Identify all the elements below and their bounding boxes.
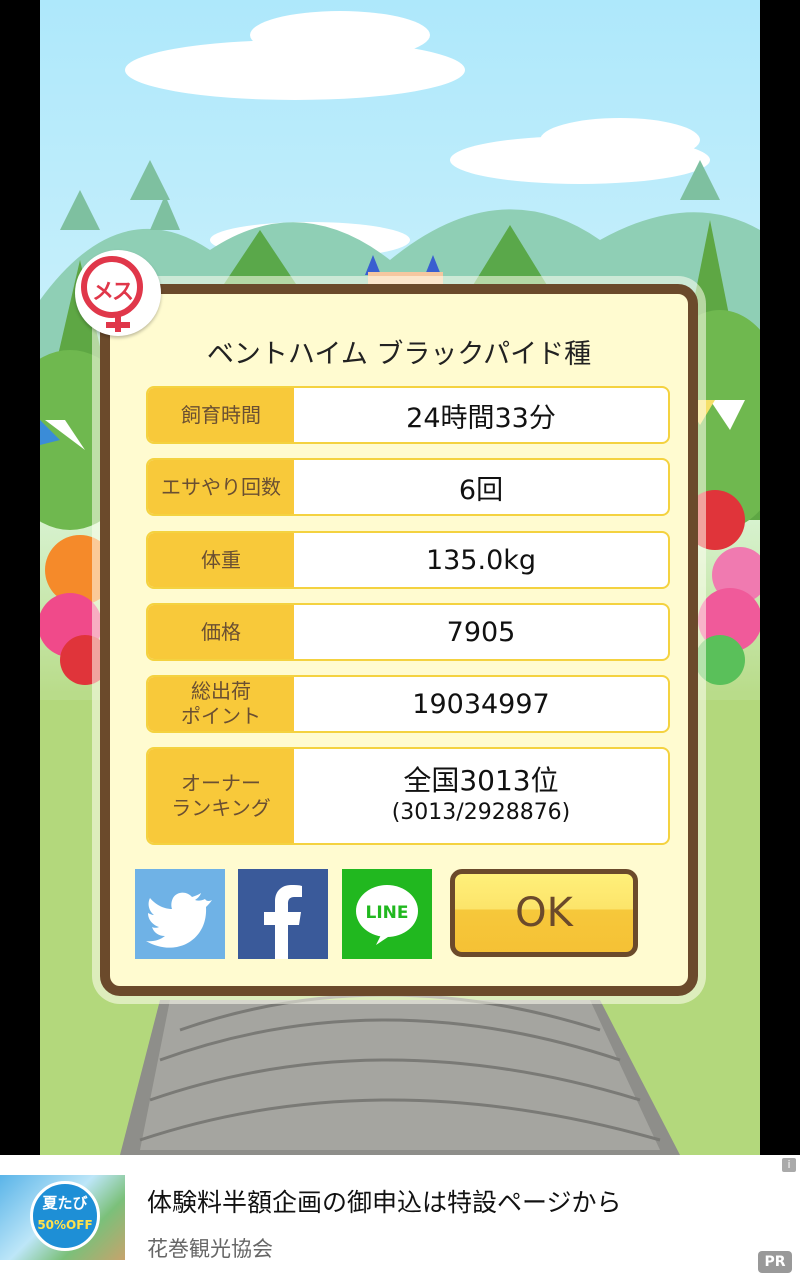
info-row-weight: 体重 135.0kg	[146, 531, 670, 589]
line-label: LINE	[366, 903, 409, 923]
ad-info-icon[interactable]: i	[782, 1158, 796, 1172]
row-value: 24時間33分	[406, 402, 556, 434]
ad-thumbnail[interactable]: 夏たび 50%OFF	[0, 1175, 125, 1260]
ad-pr-badge: PR	[758, 1251, 792, 1273]
row-label: オーナー ランキング	[148, 749, 294, 843]
info-row-shipping-points: 総出荷 ポイント 19034997	[146, 675, 670, 733]
info-row-price: 価格 7905	[146, 603, 670, 661]
row-label: エサやり回数	[148, 460, 294, 514]
twitter-bird-icon	[146, 892, 212, 948]
row-label: 体重	[148, 533, 294, 587]
breed-title: ベントハイム ブラックパイド種	[206, 339, 592, 370]
ad-sponsor: 花巻観光協会	[147, 1237, 273, 1261]
info-row-owner-ranking: オーナー ランキング 全国3013位 (3013/2928876)	[146, 747, 670, 845]
row-value: 135.0kg	[425, 544, 537, 576]
facebook-f-icon	[264, 885, 302, 959]
pig-info-card: ベントハイム ブラックパイド種 飼育時間 24時間33分 エサやり回数 6回 体…	[100, 284, 698, 996]
row-label: 総出荷 ポイント	[148, 677, 294, 731]
ok-button[interactable]: OK	[450, 869, 638, 957]
ad-thumb-badge-text: 夏たび	[42, 1194, 88, 1212]
gender-label: メス	[91, 280, 134, 305]
line-share-button[interactable]: LINE	[342, 869, 432, 959]
gender-badge: メス	[75, 250, 161, 336]
info-row-rearing-time: 飼育時間 24時間33分	[146, 386, 670, 444]
row-value: 19034997	[412, 688, 550, 720]
ad-banner[interactable]: 夏たび 50%OFF 体験料半額企画の御申込は特設ページから 花巻観光協会 i …	[0, 1155, 800, 1280]
row-value: 6回	[458, 474, 504, 506]
row-label: 飼育時間	[148, 388, 294, 442]
row-value: 7905	[446, 616, 516, 648]
info-row-feeding-count: エサやり回数 6回	[146, 458, 670, 516]
line-icon: LINE	[356, 885, 418, 945]
ad-thumb-badge: 夏たび 50%OFF	[30, 1181, 100, 1251]
row-label: 価格	[148, 605, 294, 659]
ad-title[interactable]: 体験料半額企画の御申込は特設ページから	[147, 1183, 622, 1219]
ad-thumb-discount: 50%OFF	[37, 1218, 93, 1232]
female-symbol-icon: メス	[81, 256, 143, 318]
twitter-share-button[interactable]	[135, 869, 225, 959]
facebook-share-button[interactable]	[238, 869, 328, 959]
ranking-value: 全国3013位 (3013/2928876)	[294, 749, 668, 843]
ranking-main: 全国3013位	[403, 764, 559, 797]
ranking-sub: (3013/2928876)	[391, 800, 571, 825]
game-screen: メス ベントハイム ブラックパイド種 飼育時間 24時間33分 エサやり回数 6…	[40, 0, 760, 1155]
